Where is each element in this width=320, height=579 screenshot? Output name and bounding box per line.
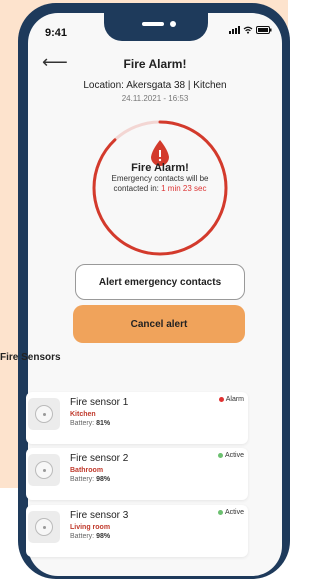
sensor-room: Living room	[70, 524, 111, 531]
alarm-subtitle: Emergency contacts will be	[111, 174, 209, 183]
alarm-title: Fire Alarm!	[131, 162, 189, 174]
wifi-icon	[243, 26, 253, 34]
sensor-status: Alarm	[218, 396, 244, 403]
countdown-prefix: contacted in:	[113, 184, 159, 193]
battery-icon	[256, 26, 272, 34]
phone-notch	[104, 13, 208, 41]
status-dot-icon	[218, 397, 224, 402]
sensor-room: Bathroom	[70, 467, 104, 474]
sensor-name: Fire sensor 2	[70, 453, 129, 464]
sensor-battery: Battery: 98%	[70, 533, 110, 540]
signal-icon	[229, 26, 240, 34]
cancel-alert-button[interactable]: Cancel alert	[73, 305, 245, 343]
sensor-device-icon	[28, 511, 60, 543]
sensor-name: Fire sensor 3	[70, 510, 129, 521]
status-icons	[229, 26, 272, 34]
alert-emergency-contacts-button[interactable]: Alert emergency contacts	[75, 264, 245, 300]
status-dot-icon	[217, 510, 223, 515]
sensor-status: Active	[217, 509, 244, 516]
status-label: Active	[224, 452, 244, 459]
camera-dot	[170, 21, 176, 27]
battery-value: 98%	[96, 476, 111, 483]
battery-value: 98%	[96, 533, 111, 540]
page-title: Fire Alarm!	[123, 57, 187, 71]
status-label: Active	[224, 509, 244, 516]
sensor-status: Active	[217, 452, 244, 459]
speaker-pill	[142, 22, 164, 26]
sensor-battery: Battery: 98%	[70, 476, 110, 483]
status-dot-icon	[217, 453, 223, 458]
alarm-datetime: 24.11.2021 - 16:53	[121, 94, 189, 103]
battery-label: Battery:	[70, 420, 95, 427]
location-label: Location: Akersgata 38 | Kitchen	[83, 80, 227, 91]
status-time: 9:41	[45, 27, 68, 39]
countdown-ring: Fire Alarm! Emergency contacts will be c…	[90, 118, 230, 258]
sensor-card[interactable]: Fire sensor 1 Kitchen Battery: 81% Alarm	[26, 392, 248, 444]
battery-value: 81%	[96, 420, 111, 427]
alarm-countdown-line: contacted in: 1 min 23 sec	[90, 184, 230, 194]
sensor-card[interactable]: Fire sensor 2 Bathroom Battery: 98% Acti…	[26, 448, 248, 500]
sensor-device-icon	[28, 454, 60, 486]
sensor-room: Kitchen	[70, 411, 96, 418]
fire-sensors-heading: Fire Sensors	[0, 352, 61, 363]
battery-label: Battery:	[70, 476, 95, 483]
sensor-device-icon	[28, 398, 60, 430]
sensor-battery: Battery: 81%	[70, 420, 110, 427]
status-label: Alarm	[225, 396, 244, 403]
sensor-card[interactable]: Fire sensor 3 Living room Battery: 98% A…	[26, 505, 248, 557]
battery-label: Battery:	[70, 533, 95, 540]
sensor-name: Fire sensor 1	[70, 397, 129, 408]
countdown-value: 1 min 23 sec	[161, 184, 207, 193]
